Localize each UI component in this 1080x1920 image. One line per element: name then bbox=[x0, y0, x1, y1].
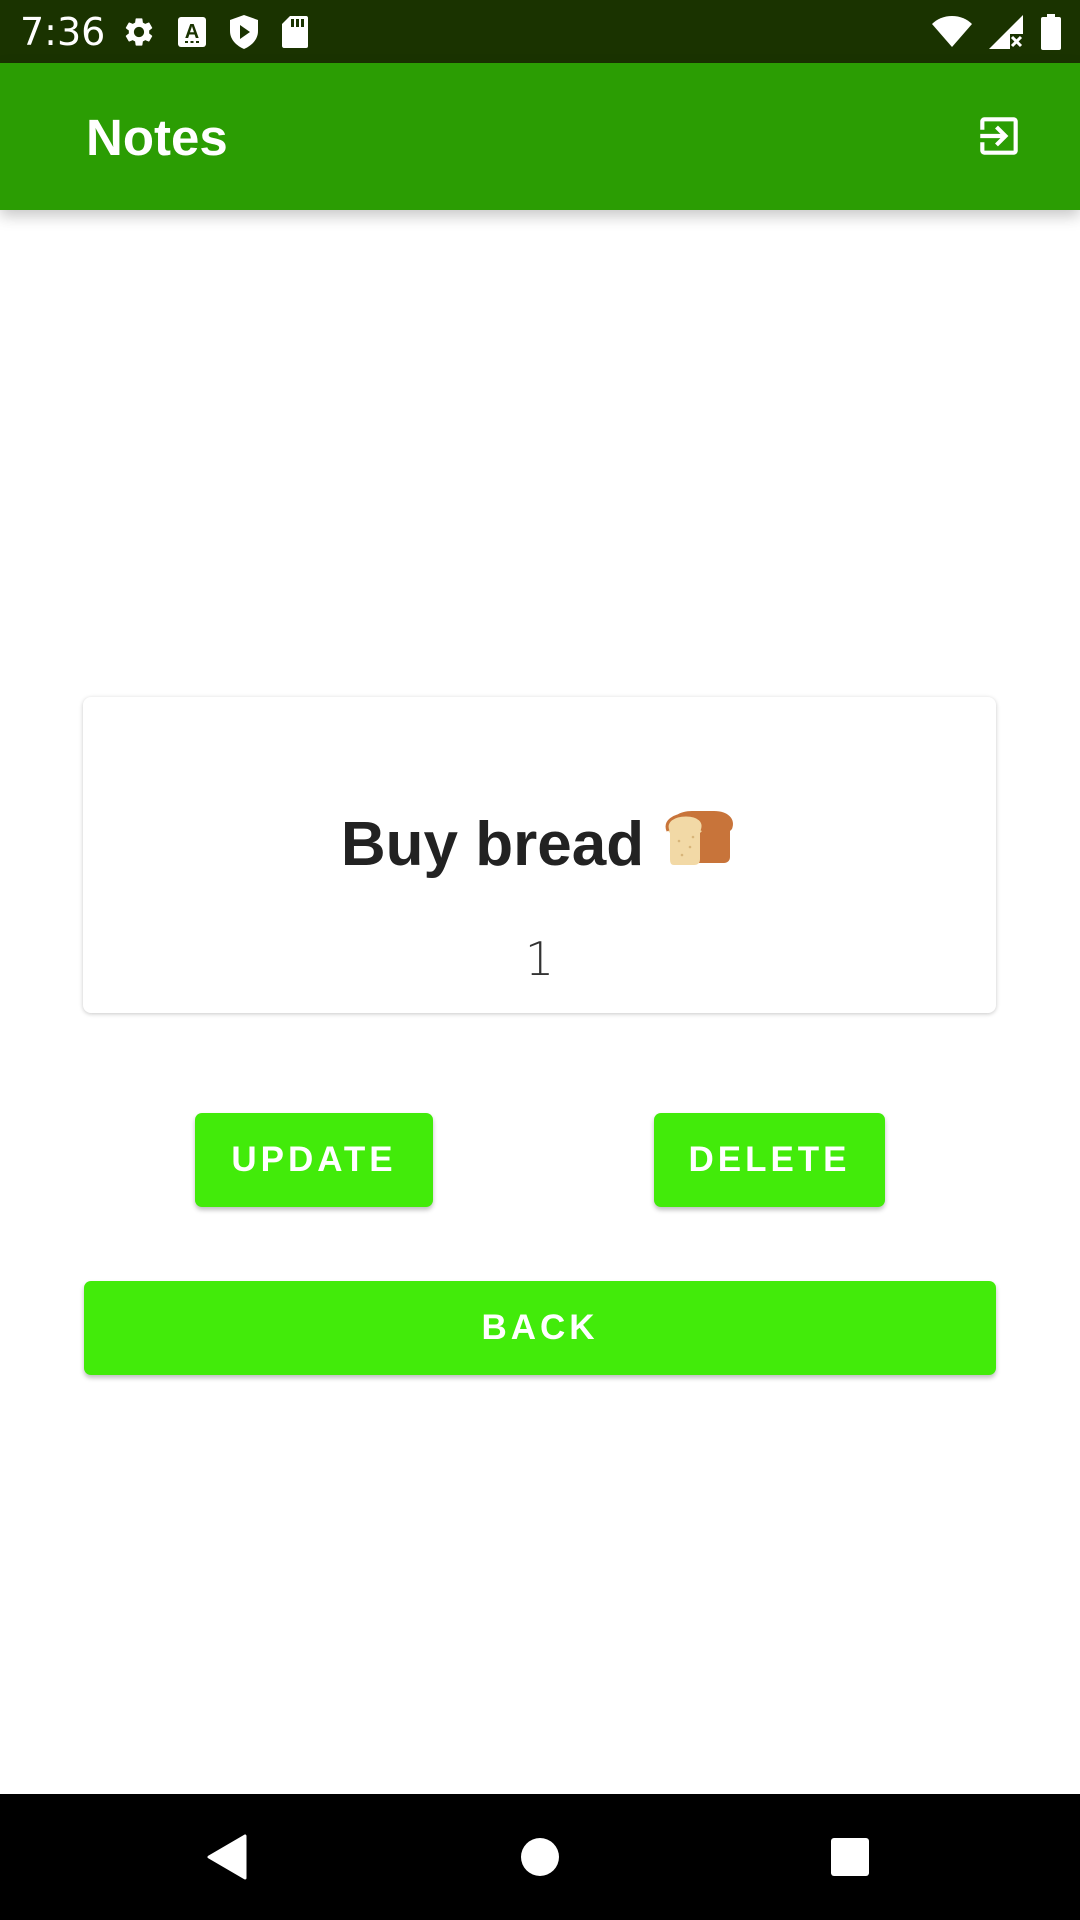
nav-recents-button[interactable] bbox=[770, 1794, 930, 1920]
nav-home-button[interactable] bbox=[460, 1794, 620, 1920]
update-button[interactable]: UPDATE bbox=[195, 1113, 433, 1207]
home-circle-icon bbox=[521, 1838, 559, 1876]
status-bar: 7:36 A bbox=[0, 0, 1080, 63]
back-button[interactable]: BACK bbox=[84, 1281, 996, 1375]
nav-back-button[interactable] bbox=[147, 1794, 307, 1920]
back-triangle-icon bbox=[207, 1834, 247, 1880]
bread-icon bbox=[664, 807, 738, 883]
exit-button[interactable] bbox=[968, 105, 1030, 167]
wifi-icon bbox=[932, 16, 972, 47]
signal-no-data-icon bbox=[989, 15, 1023, 49]
app-title: Notes bbox=[86, 109, 228, 166]
svg-text:A: A bbox=[185, 21, 199, 43]
shield-play-icon bbox=[230, 15, 258, 49]
app-bar: Notes bbox=[0, 63, 1080, 210]
recents-square-icon bbox=[831, 1838, 869, 1876]
status-time: 7:36 bbox=[20, 10, 106, 54]
battery-icon bbox=[1041, 14, 1061, 50]
sd-card-icon bbox=[282, 16, 308, 48]
note-body: 1 bbox=[524, 932, 555, 986]
note-title: Buy bread bbox=[340, 810, 645, 879]
exit-to-app-icon bbox=[980, 117, 1018, 155]
status-icons-right bbox=[916, 13, 1062, 51]
delete-button[interactable]: DELETE bbox=[654, 1113, 885, 1207]
gear-icon bbox=[125, 18, 153, 46]
note-title-row: Buy bread bbox=[83, 807, 996, 883]
status-icons-left: A bbox=[122, 14, 330, 50]
nav-bar bbox=[0, 1794, 1080, 1920]
keyboard-a-icon: A bbox=[178, 17, 206, 47]
note-card: Buy bread 1 bbox=[83, 697, 996, 1013]
